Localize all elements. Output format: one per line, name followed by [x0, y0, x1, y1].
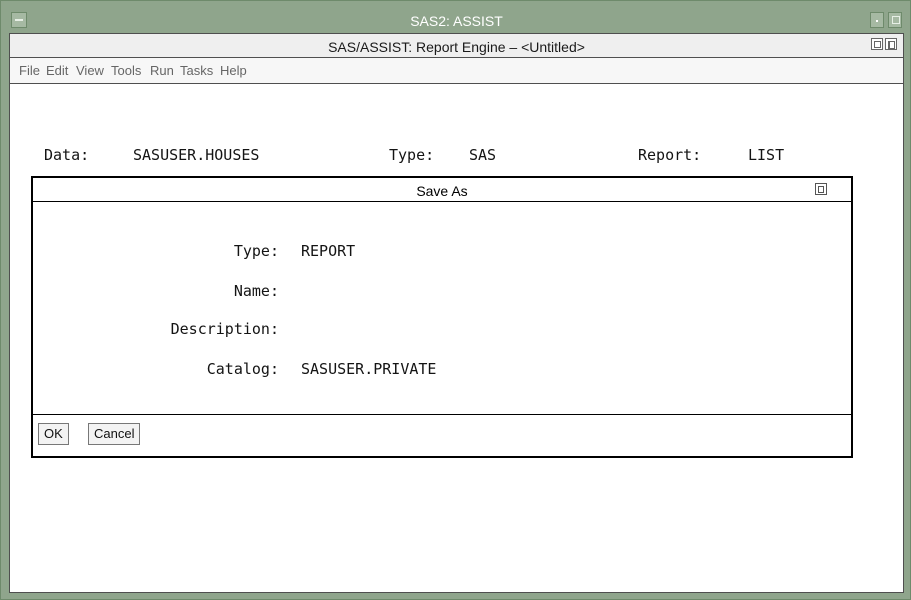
description-field-label: Description: — [170, 320, 279, 338]
app-titlebar: SAS/ASSIST: Report Engine – <Untitled> — [10, 34, 903, 58]
field-row-description: Description: — [33, 320, 853, 340]
type-value: SAS — [469, 146, 497, 164]
minimize-icon[interactable] — [870, 12, 884, 28]
field-row-catalog: Catalog: SASUSER.PRIVATE — [33, 360, 853, 380]
menu-bar: File Edit View Tools Run Tasks Help — [10, 58, 903, 84]
report-label: Report: — [638, 146, 702, 164]
app-title: SAS/ASSIST: Report Engine – <Untitled> — [328, 39, 585, 55]
save-as-dialog: Save As Type: REPORT Name: Description: … — [31, 176, 853, 458]
dialog-window-icon[interactable] — [815, 183, 827, 195]
dialog-title: Save As — [416, 183, 468, 199]
report-value: LIST — [748, 146, 785, 164]
field-row-name: Name: — [33, 282, 853, 302]
catalog-field-label: Catalog: — [206, 360, 279, 378]
catalog-field-value[interactable]: SASUSER.PRIVATE — [301, 360, 436, 378]
ok-button[interactable]: OK — [38, 423, 69, 445]
window-split-icon[interactable] — [885, 38, 897, 50]
name-field-label: Name: — [233, 282, 279, 300]
menu-file[interactable]: File — [19, 63, 40, 78]
outer-titlebar[interactable]: SAS2: ASSIST — [9, 9, 904, 34]
menu-tasks[interactable]: Tasks — [180, 63, 213, 78]
dialog-button-bar: OK Cancel — [33, 414, 851, 456]
data-label: Data: — [44, 146, 90, 164]
field-row-type: Type: REPORT — [33, 242, 853, 262]
report-header-row: Data: SASUSER.HOUSES Type: SAS Report: L… — [0, 146, 911, 166]
menu-view[interactable]: View — [76, 63, 104, 78]
outer-window-title: SAS2: ASSIST — [410, 13, 503, 29]
data-value: SASUSER.HOUSES — [133, 146, 260, 164]
menu-run[interactable]: Run — [150, 63, 174, 78]
menu-tools[interactable]: Tools — [111, 63, 141, 78]
dialog-titlebar[interactable]: Save As — [33, 178, 851, 202]
maximize-icon[interactable] — [888, 12, 902, 28]
menu-help[interactable]: Help — [220, 63, 247, 78]
cancel-button[interactable]: Cancel — [88, 423, 141, 445]
restore-icon[interactable] — [871, 38, 883, 50]
menu-edit[interactable]: Edit — [46, 63, 68, 78]
type-label: Type: — [389, 146, 435, 164]
type-field-label: Type: — [233, 242, 279, 260]
type-field-value[interactable]: REPORT — [301, 242, 355, 260]
